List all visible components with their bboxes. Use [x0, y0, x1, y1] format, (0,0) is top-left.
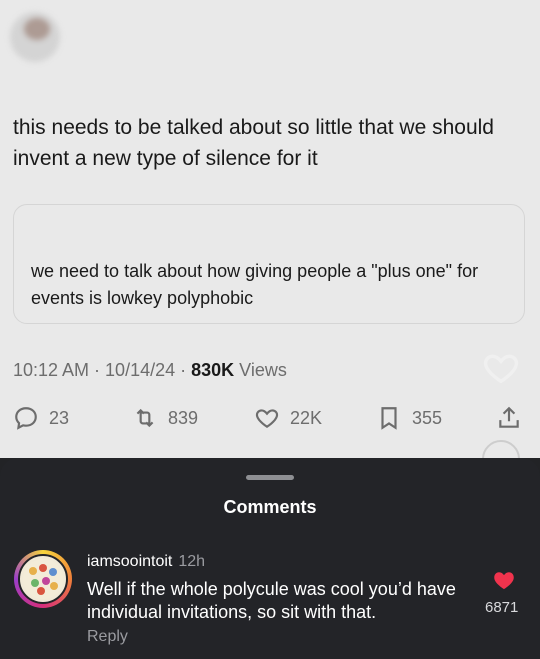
retweet-icon — [136, 408, 154, 428]
bookmark-icon — [381, 407, 397, 430]
reply-count: 23 — [49, 407, 70, 428]
quoted-tweet: we need to talk about how giving people … — [13, 204, 525, 324]
tweet-author-avatar — [10, 12, 60, 62]
comment-like-count: 6871 — [485, 599, 519, 616]
overlay-circle — [482, 440, 520, 458]
bookmark-count: 355 — [412, 407, 443, 428]
reply-button[interactable]: Reply — [87, 628, 128, 646]
comment-header: iamsoointoit 12h — [87, 553, 205, 571]
like-action: 22K — [254, 403, 322, 433]
views-label: Views — [234, 360, 287, 380]
sheet-title: Comments — [223, 497, 317, 517]
retweet-action: 839 — [132, 403, 198, 433]
share-icon — [499, 406, 519, 428]
like-count: 22K — [290, 407, 323, 428]
reply-action: 23 — [13, 403, 69, 433]
tweet-screenshot: this needs to be talked about so little … — [0, 0, 540, 458]
heart-icon — [255, 409, 279, 428]
commenter-avatar-image — [18, 554, 68, 604]
commenter-avatar[interactable] — [14, 550, 72, 608]
comments-sheet: Comments iamsoointoit 12h Well if the who… — [0, 458, 540, 659]
overlay-heart-icon — [483, 354, 519, 384]
share-action — [496, 403, 522, 433]
tweet-timestamp: 10:12 AM · 10/14/24 · — [13, 360, 192, 380]
bookmark-action: 355 — [376, 403, 442, 433]
comment-text: Well if the whole polycule was cool you’… — [87, 579, 456, 622]
sheet-drag-handle[interactable] — [246, 475, 294, 480]
tweet-text: this needs to be talked about so little … — [13, 116, 494, 170]
avatar-art-icon — [23, 559, 63, 599]
retweet-count: 839 — [168, 407, 199, 428]
quoted-tweet-text: we need to talk about how giving people … — [31, 261, 479, 308]
reply-icon — [15, 407, 37, 430]
comment-username[interactable]: iamsoointoit — [87, 553, 172, 570]
liked-heart-icon[interactable] — [493, 570, 515, 590]
views-count: 830K — [191, 360, 235, 380]
tweet-meta: 10:12 AM · 10/14/24 · 830K Views — [13, 360, 287, 381]
comment-time: 12h — [178, 553, 206, 570]
